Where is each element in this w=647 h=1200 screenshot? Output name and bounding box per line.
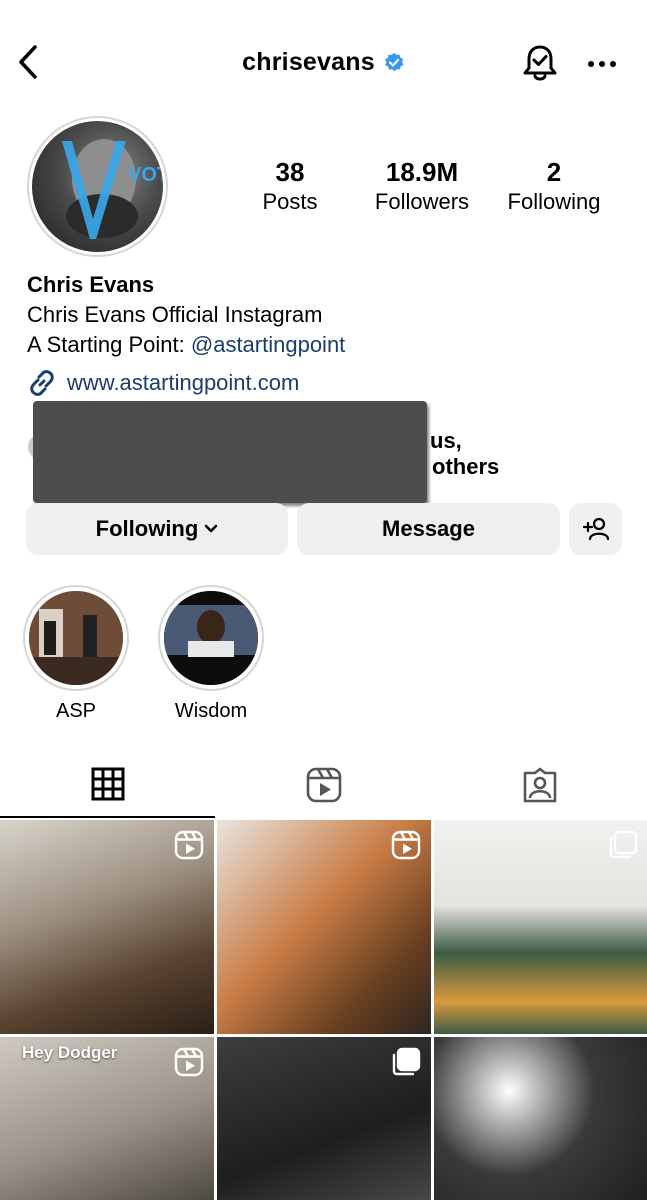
tagged-person-icon [523, 767, 556, 803]
following-label: Following [507, 189, 601, 214]
highlight-asp-label: ASP [55, 700, 97, 722]
display-name: Chris Evans [27, 272, 155, 297]
more-horizontal-icon [588, 61, 616, 67]
following-value: 2 [546, 157, 562, 187]
avatar-vote-text: VOTE [128, 164, 163, 186]
grid-post[interactable] [0, 820, 214, 1034]
top-bar: chrisevans [0, 36, 647, 92]
followed-by-text-fragment-2: others [432, 454, 500, 479]
tab-tagged[interactable] [432, 752, 647, 818]
bio-line-2-prefix: A Starting Point: [27, 332, 191, 357]
bell-check-icon [523, 45, 557, 81]
post-caption: Hey Dodger [22, 1043, 118, 1062]
carousel-icon [609, 830, 638, 859]
tab-reels[interactable] [216, 752, 431, 818]
username: chrisevans [242, 48, 375, 76]
grid-post[interactable] [217, 1037, 431, 1200]
add-user-icon [582, 517, 609, 541]
followers-label: Followers [374, 189, 470, 214]
website-text: www.astartingpoint.com [67, 370, 300, 395]
message-button-label: Message [382, 516, 475, 541]
grid-post[interactable]: Hey Dodger [0, 1037, 214, 1200]
grid-post[interactable] [434, 1037, 647, 1200]
notifications-button[interactable] [520, 42, 560, 86]
highlight-wisdom[interactable]: Wisdom [158, 585, 264, 723]
tab-posts-grid[interactable] [0, 752, 215, 818]
highlight-wisdom-image [164, 591, 258, 685]
bio-line-2: A Starting Point: @astartingpoint [27, 330, 627, 360]
followers-value: 18.9M [385, 157, 459, 187]
following-button[interactable]: Following [26, 503, 288, 555]
reels-icon [306, 767, 341, 803]
bio-mention-link[interactable]: @astartingpoint [191, 332, 345, 357]
reel-icon [174, 1047, 204, 1077]
highlight-ring [158, 585, 264, 691]
suggested-users-button[interactable] [569, 503, 622, 555]
reel-icon [174, 830, 204, 860]
story-highlights: ASP Wisdom [23, 585, 623, 725]
chevron-down-icon [205, 524, 218, 533]
highlight-asp[interactable]: ASP [23, 585, 129, 723]
following-count[interactable]: 2 Following [498, 156, 610, 216]
highlight-asp-image [29, 591, 123, 685]
posts-count[interactable]: 38 Posts [250, 156, 330, 216]
grid-icon [91, 767, 124, 801]
reel-icon [391, 830, 421, 860]
posts-label: Posts [262, 189, 318, 214]
avatar-image: VOTE [32, 121, 163, 252]
profile-actions: Following Message [26, 503, 622, 555]
profile-stats: 38 Posts 18.9M Followers 2 Following [230, 156, 630, 226]
more-options-button[interactable] [584, 46, 620, 82]
posts-grid: Hey Dodger [0, 820, 647, 1200]
carousel-icon [392, 1047, 421, 1076]
profile-tabs [0, 752, 647, 818]
bio-website-link[interactable]: www.astartingpoint.com [27, 368, 627, 398]
grid-post[interactable] [434, 820, 647, 1034]
bio-line-1: Chris Evans Official Instagram [27, 302, 323, 327]
verified-badge-icon [383, 52, 405, 74]
posts-value: 38 [275, 157, 305, 187]
link-chain-icon [30, 370, 54, 396]
grid-post[interactable] [217, 820, 431, 1034]
profile-bio: Chris Evans Chris Evans Official Instagr… [27, 270, 627, 398]
highlight-wisdom-label: Wisdom [174, 700, 248, 722]
profile-avatar[interactable]: VOTE [27, 116, 168, 257]
message-button[interactable]: Message [297, 503, 560, 555]
following-button-label: Following [95, 516, 199, 541]
followers-count[interactable]: 18.9M Followers [362, 156, 482, 216]
highlight-ring [23, 585, 129, 691]
redaction-box [33, 401, 427, 503]
